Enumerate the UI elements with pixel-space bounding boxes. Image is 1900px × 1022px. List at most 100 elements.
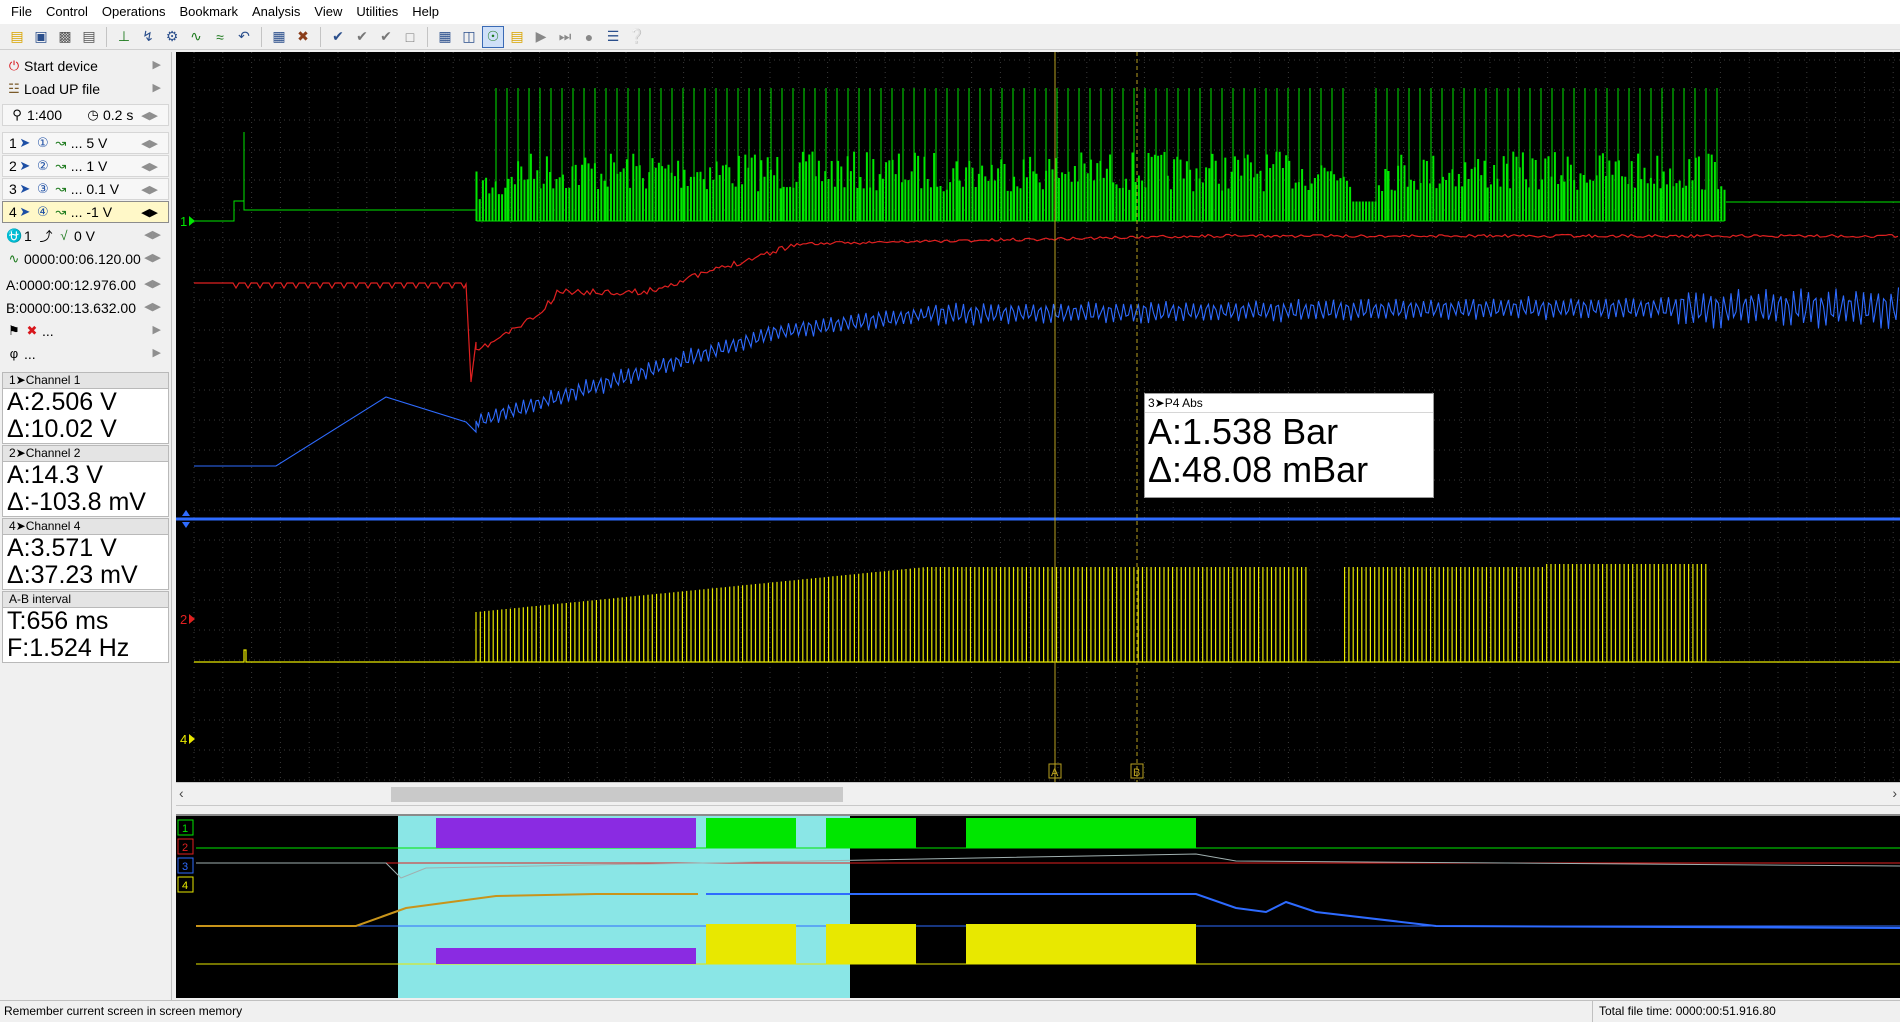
record-icon[interactable]: ● xyxy=(578,26,600,48)
probe-icon: ↝ xyxy=(55,135,67,150)
cursor-a-value: A:0000:00:12.976.00 xyxy=(6,276,137,293)
oscilloscope-view[interactable]: A B 1 2 4 xyxy=(176,52,1900,782)
marker-row[interactable]: ⚑ ✖ ... ▶ xyxy=(0,319,171,342)
cursor-b-row[interactable]: B:0000:00:13.632.00 ◀▶ xyxy=(0,296,171,319)
measure-channel-1-a: A:2.506 V xyxy=(7,388,117,416)
channel-circle-icon: ④ xyxy=(36,204,49,219)
cursor-b-value: B:0000:00:13.632.00 xyxy=(6,299,137,316)
channel-circle-icon: ② xyxy=(36,158,49,173)
measure-channel-2-header[interactable]: 2➤Channel 2 xyxy=(2,445,169,462)
menu-bookmark[interactable]: Bookmark xyxy=(172,0,245,24)
channel-3-marker-arrow xyxy=(182,510,190,516)
trigger-row[interactable]: ⛎ 1 ⤴ √ 0 V ◀▶ xyxy=(0,224,171,247)
channel-1-row[interactable]: 1 ➤ ① ↝ ... 5 V ◀▶ xyxy=(2,132,169,154)
spin-arrows-icon: ◀▶ xyxy=(141,184,158,196)
p4-readout-box[interactable]: 3➤P4 Abs A:1.538 Bar Δ:48.08 mBar xyxy=(1144,393,1434,498)
measure-arrow-icon: 2➤ xyxy=(9,446,26,460)
zoom-icon[interactable]: ▦ xyxy=(268,26,290,48)
scale-row[interactable]: ⚲ 1:400 ◷ 0.2 s ◀▶ xyxy=(2,104,169,126)
toolbar-separator xyxy=(106,26,107,47)
undo-icon[interactable]: ↶ xyxy=(233,26,255,48)
channel-3-marker-arrow xyxy=(182,522,190,528)
toolbar-separator xyxy=(427,26,428,47)
check-icon[interactable]: ✔ xyxy=(327,26,349,48)
cursor-icon[interactable]: ⊥ xyxy=(113,26,135,48)
trigger-edge-icon: ⤴ xyxy=(39,229,53,244)
help-icon[interactable]: ❔ xyxy=(626,26,648,48)
print-preview-icon[interactable]: ▤ xyxy=(78,26,100,48)
scroll-left-icon[interactable]: ‹ xyxy=(179,785,184,801)
toolbar: ▤ ▣ ▩ ▤ ⊥ ↯ ⚙ ∿ ≈ ↶ ▦ ✖ ✔ ✔ ✔ □ ▦ ◫ ☉ ▤ … xyxy=(0,24,1900,50)
menu-operations[interactable]: Operations xyxy=(95,0,173,24)
range-icon[interactable]: ◫ xyxy=(458,26,480,48)
scroll-right-icon[interactable]: › xyxy=(1892,785,1897,801)
channel-3-scale: ... 0.1 V xyxy=(70,181,120,197)
page-icon[interactable]: □ xyxy=(399,26,421,48)
channel-4-marker[interactable]: 4 xyxy=(180,732,187,747)
total-file-time: Total file time: 0000:00:51.916.80 xyxy=(1592,1001,1776,1022)
list-icon[interactable]: ☰ xyxy=(602,26,624,48)
channel-3-row[interactable]: 3 ➤ ③ ↝ ... 0.1 V ◀▶ xyxy=(2,178,169,200)
channel-2-row[interactable]: 2 ➤ ② ↝ ... 1 V ◀▶ xyxy=(2,155,169,177)
toolbar-separator xyxy=(261,26,262,47)
overview-canvas[interactable]: 1 2 3 4 xyxy=(176,816,1900,998)
power-icon: ⏻ xyxy=(8,57,20,73)
horizontal-scrollbar[interactable]: ‹ › xyxy=(176,782,1900,806)
waveform-icon[interactable]: ∿ xyxy=(185,26,207,48)
marker-value: ... xyxy=(42,322,54,339)
check-double-icon[interactable]: ✔ xyxy=(351,26,373,48)
marker-icon: ⚑ xyxy=(8,322,20,338)
overview-strip[interactable]: 1 2 3 4 xyxy=(176,814,1900,998)
play-icon[interactable]: ▶ xyxy=(530,26,552,48)
step-icon[interactable]: ⏭ xyxy=(554,26,576,48)
measure-channel-1-delta: Δ:10.02 V xyxy=(7,415,117,443)
probe-icon[interactable]: ↯ xyxy=(137,26,159,48)
measure-channel-1-title: Channel 1 xyxy=(25,373,81,387)
channel-2-arrow-icon: ➤ xyxy=(19,158,31,173)
menu-control[interactable]: Control xyxy=(39,0,95,24)
waveform-canvas[interactable]: A B 1 2 4 xyxy=(176,52,1900,782)
channel-2-marker[interactable]: 2 xyxy=(180,612,187,627)
clear-icon[interactable]: ✖ xyxy=(292,26,314,48)
export-icon[interactable]: ▤ xyxy=(506,26,528,48)
phase-row[interactable]: φ ... ▶ xyxy=(0,342,171,365)
channel-4-row[interactable]: 4 ➤ ④ ↝ ... -1 V ◀▶ xyxy=(2,201,169,223)
menu-utilities[interactable]: Utilities xyxy=(349,0,405,24)
channel-3-arrow-icon: ➤ xyxy=(19,181,31,196)
p4-readout-a: A:1.538 Bar xyxy=(1148,411,1339,452)
overview-channel-1-label: 1 xyxy=(182,823,188,835)
menu-help[interactable]: Help xyxy=(405,0,446,24)
ab-interval-frequency: F:1.524 Hz xyxy=(7,634,130,662)
scroll-thumb[interactable] xyxy=(391,787,843,802)
channel-settings-icon[interactable]: ⚙ xyxy=(161,26,183,48)
ab-interval-header[interactable]: A-B interval xyxy=(2,591,169,608)
channel-1-marker[interactable]: 1 xyxy=(180,214,187,229)
channel-1-number: 1 xyxy=(9,135,17,151)
check-all-icon[interactable]: ✔ xyxy=(375,26,397,48)
cursor-a-row[interactable]: A:0000:00:12.976.00 ◀▶ xyxy=(0,273,171,296)
menu-view[interactable]: View xyxy=(307,0,349,24)
pair-icon[interactable]: ☉ xyxy=(482,25,504,48)
spin-arrows-icon: ◀▶ xyxy=(141,161,158,173)
channel-3-arrow-icon: 3➤ xyxy=(1148,396,1165,410)
menu-analysis[interactable]: Analysis xyxy=(245,0,307,24)
measure-channel-1-header[interactable]: 1➤Channel 1 xyxy=(2,372,169,389)
spin-arrows-icon: ◀▶ xyxy=(144,301,161,313)
channel-2-scale: ... 1 V xyxy=(70,158,108,174)
overview-channel-2-label: 2 xyxy=(182,842,188,854)
fit-icon[interactable]: ▦ xyxy=(434,26,456,48)
measure-channel-4-header[interactable]: 4➤Channel 4 xyxy=(2,518,169,535)
filter-icon[interactable]: ≈ xyxy=(209,26,231,48)
load-up-file-button[interactable]: ☳ Load UP file ▶ xyxy=(0,77,171,100)
probe-icon: ↝ xyxy=(55,158,67,173)
menu-file[interactable]: File xyxy=(4,0,39,24)
overview-channel-3-label: 3 xyxy=(182,861,188,873)
ab-interval-period: T:656 ms xyxy=(7,607,109,635)
print-icon[interactable]: ▩ xyxy=(54,26,76,48)
position-value: 0000:00:06.120.00 xyxy=(24,250,141,267)
chevron-right-icon: ▶ xyxy=(152,82,161,94)
open-folder-icon[interactable]: ▤ xyxy=(6,26,28,48)
save-icon[interactable]: ▣ xyxy=(30,26,52,48)
start-device-button[interactable]: ⏻ Start device ▶ xyxy=(0,54,171,77)
position-row[interactable]: ∿ 0000:00:06.120.00 ◀▶ xyxy=(0,247,171,270)
